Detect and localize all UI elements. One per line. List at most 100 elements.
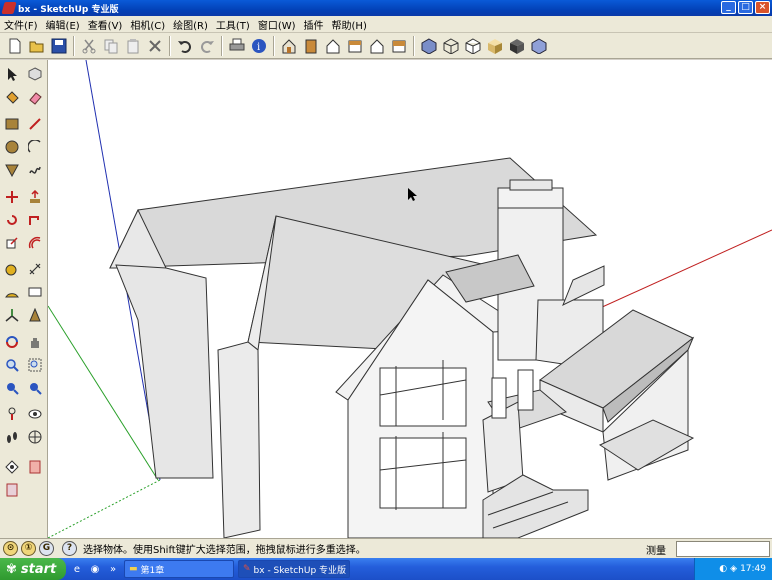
menu-window[interactable]: 窗口(W) <box>254 17 300 32</box>
select-icon[interactable] <box>1 63 23 85</box>
credits-icon[interactable]: ① <box>21 541 36 556</box>
tape-measure-icon[interactable] <box>1 258 23 280</box>
polygon-icon[interactable] <box>1 159 23 181</box>
circle-icon[interactable] <box>1 136 23 158</box>
start-label: start <box>20 561 57 577</box>
zoom-window-icon[interactable] <box>24 354 46 376</box>
rectangle-icon[interactable] <box>1 113 23 135</box>
look-around-icon[interactable] <box>24 403 46 425</box>
window-title: bx - SketchUp 专业版 <box>18 4 119 15</box>
left-toolbar <box>0 60 48 538</box>
shaded-icon[interactable] <box>484 35 506 57</box>
help-icon[interactable]: ? <box>62 541 77 556</box>
start-button[interactable]: ✾ start <box>0 558 66 580</box>
shaded-textures-icon[interactable] <box>506 35 528 57</box>
copy-icon[interactable] <box>100 35 122 57</box>
front-view-icon[interactable] <box>322 35 344 57</box>
geo-location-icon[interactable]: ⊙ <box>3 541 18 556</box>
pan-icon[interactable] <box>24 331 46 353</box>
windows-logo-icon: ✾ <box>6 561 17 577</box>
offset-icon[interactable] <box>24 232 46 254</box>
get-models-icon[interactable] <box>24 456 46 478</box>
quicklaunch-more-icon[interactable]: » <box>106 562 120 576</box>
cut-icon[interactable] <box>78 35 100 57</box>
walk-icon[interactable] <box>1 426 23 448</box>
top-view-icon[interactable] <box>300 35 322 57</box>
iso-view-icon[interactable] <box>278 35 300 57</box>
google-earth-icon[interactable] <box>1 456 23 478</box>
title-bar: bx - SketchUp 专业版 _ □ × <box>0 0 772 16</box>
tray-volume-icon[interactable]: ◈ <box>730 564 737 574</box>
menu-file[interactable]: 文件(F) <box>0 17 42 32</box>
undo-icon[interactable] <box>174 35 196 57</box>
save-icon[interactable] <box>48 35 70 57</box>
folder-icon: ▬ <box>129 564 138 574</box>
maximize-button[interactable]: □ <box>738 1 753 14</box>
task-folder-label: 第1章 <box>140 565 165 576</box>
previous-view-icon[interactable] <box>1 377 23 399</box>
3d-text-icon[interactable] <box>24 304 46 326</box>
push-pull-icon[interactable] <box>24 186 46 208</box>
rotate-icon[interactable] <box>1 209 23 231</box>
tray-network-icon[interactable]: ◐ <box>719 564 727 574</box>
open-icon[interactable] <box>26 35 48 57</box>
section-plane-icon[interactable] <box>24 426 46 448</box>
right-view-icon[interactable] <box>344 35 366 57</box>
menu-help[interactable]: 帮助(H) <box>328 17 371 32</box>
xray-icon[interactable] <box>418 35 440 57</box>
erase-icon[interactable] <box>144 35 166 57</box>
quicklaunch-media-icon[interactable]: ◉ <box>88 562 102 576</box>
sketchup-app-icon <box>1 2 17 14</box>
arc-icon[interactable] <box>24 136 46 158</box>
back-view-icon[interactable] <box>366 35 388 57</box>
minimize-button[interactable]: _ <box>721 1 736 14</box>
house-model-drawing <box>48 60 772 538</box>
freehand-icon[interactable] <box>24 159 46 181</box>
text-icon[interactable] <box>24 281 46 303</box>
quicklaunch-browser-icon[interactable]: e <box>70 562 84 576</box>
print-icon[interactable] <box>226 35 248 57</box>
status-bar: ⊙ ① G ? 选择物体。使用Shift键扩大选择范围，拖拽鼠标进行多重选择。 … <box>0 538 772 558</box>
scale-icon[interactable] <box>1 232 23 254</box>
zoom-extents-icon[interactable] <box>24 377 46 399</box>
menu-bar: 文件(F) 编辑(E) 查看(V) 相机(C) 绘图(R) 工具(T) 窗口(W… <box>0 16 772 33</box>
menu-tools[interactable]: 工具(T) <box>212 17 254 32</box>
new-icon[interactable] <box>4 35 26 57</box>
clock: 17:49 <box>740 564 766 574</box>
protractor-icon[interactable] <box>1 281 23 303</box>
eraser-icon[interactable] <box>24 87 46 109</box>
task-folder[interactable]: ▬ 第1章 <box>124 560 234 578</box>
paste-icon[interactable] <box>122 35 144 57</box>
measurements-label: 测量 <box>646 546 666 557</box>
menu-camera[interactable]: 相机(C) <box>126 17 169 32</box>
measurements-input[interactable] <box>676 541 770 557</box>
axes-icon[interactable] <box>1 304 23 326</box>
orbit-icon[interactable] <box>1 331 23 353</box>
paint-bucket-icon[interactable] <box>1 87 23 109</box>
left-view-icon[interactable] <box>388 35 410 57</box>
wireframe-icon[interactable] <box>440 35 462 57</box>
menu-plugins[interactable]: 插件 <box>300 17 328 32</box>
make-component-icon[interactable] <box>24 63 46 85</box>
svg-text:i: i <box>257 42 260 53</box>
zoom-icon[interactable] <box>1 354 23 376</box>
menu-draw[interactable]: 绘图(R) <box>169 17 212 32</box>
menu-edit[interactable]: 编辑(E) <box>42 17 84 32</box>
model-info-icon[interactable]: i <box>248 35 270 57</box>
dimension-icon[interactable] <box>24 258 46 280</box>
monochrome-icon[interactable] <box>528 35 550 57</box>
move-icon[interactable] <box>1 186 23 208</box>
follow-me-icon[interactable] <box>24 209 46 231</box>
redo-icon[interactable] <box>196 35 218 57</box>
menu-view[interactable]: 查看(V) <box>84 17 127 32</box>
task-sketchup[interactable]: ✎ bx - SketchUp 专业版 <box>238 560 350 578</box>
share-model-icon[interactable] <box>1 479 23 501</box>
model-viewport[interactable] <box>48 60 772 538</box>
google-sign-in-icon[interactable]: G <box>39 541 54 556</box>
task-sketchup-label: bx - SketchUp 专业版 <box>253 565 347 576</box>
line-icon[interactable] <box>24 113 46 135</box>
position-camera-icon[interactable] <box>1 403 23 425</box>
status-hint: 选择物体。使用Shift键扩大选择范围，拖拽鼠标进行多重选择。 <box>83 545 366 556</box>
hidden-line-icon[interactable] <box>462 35 484 57</box>
close-button[interactable]: × <box>755 1 770 14</box>
